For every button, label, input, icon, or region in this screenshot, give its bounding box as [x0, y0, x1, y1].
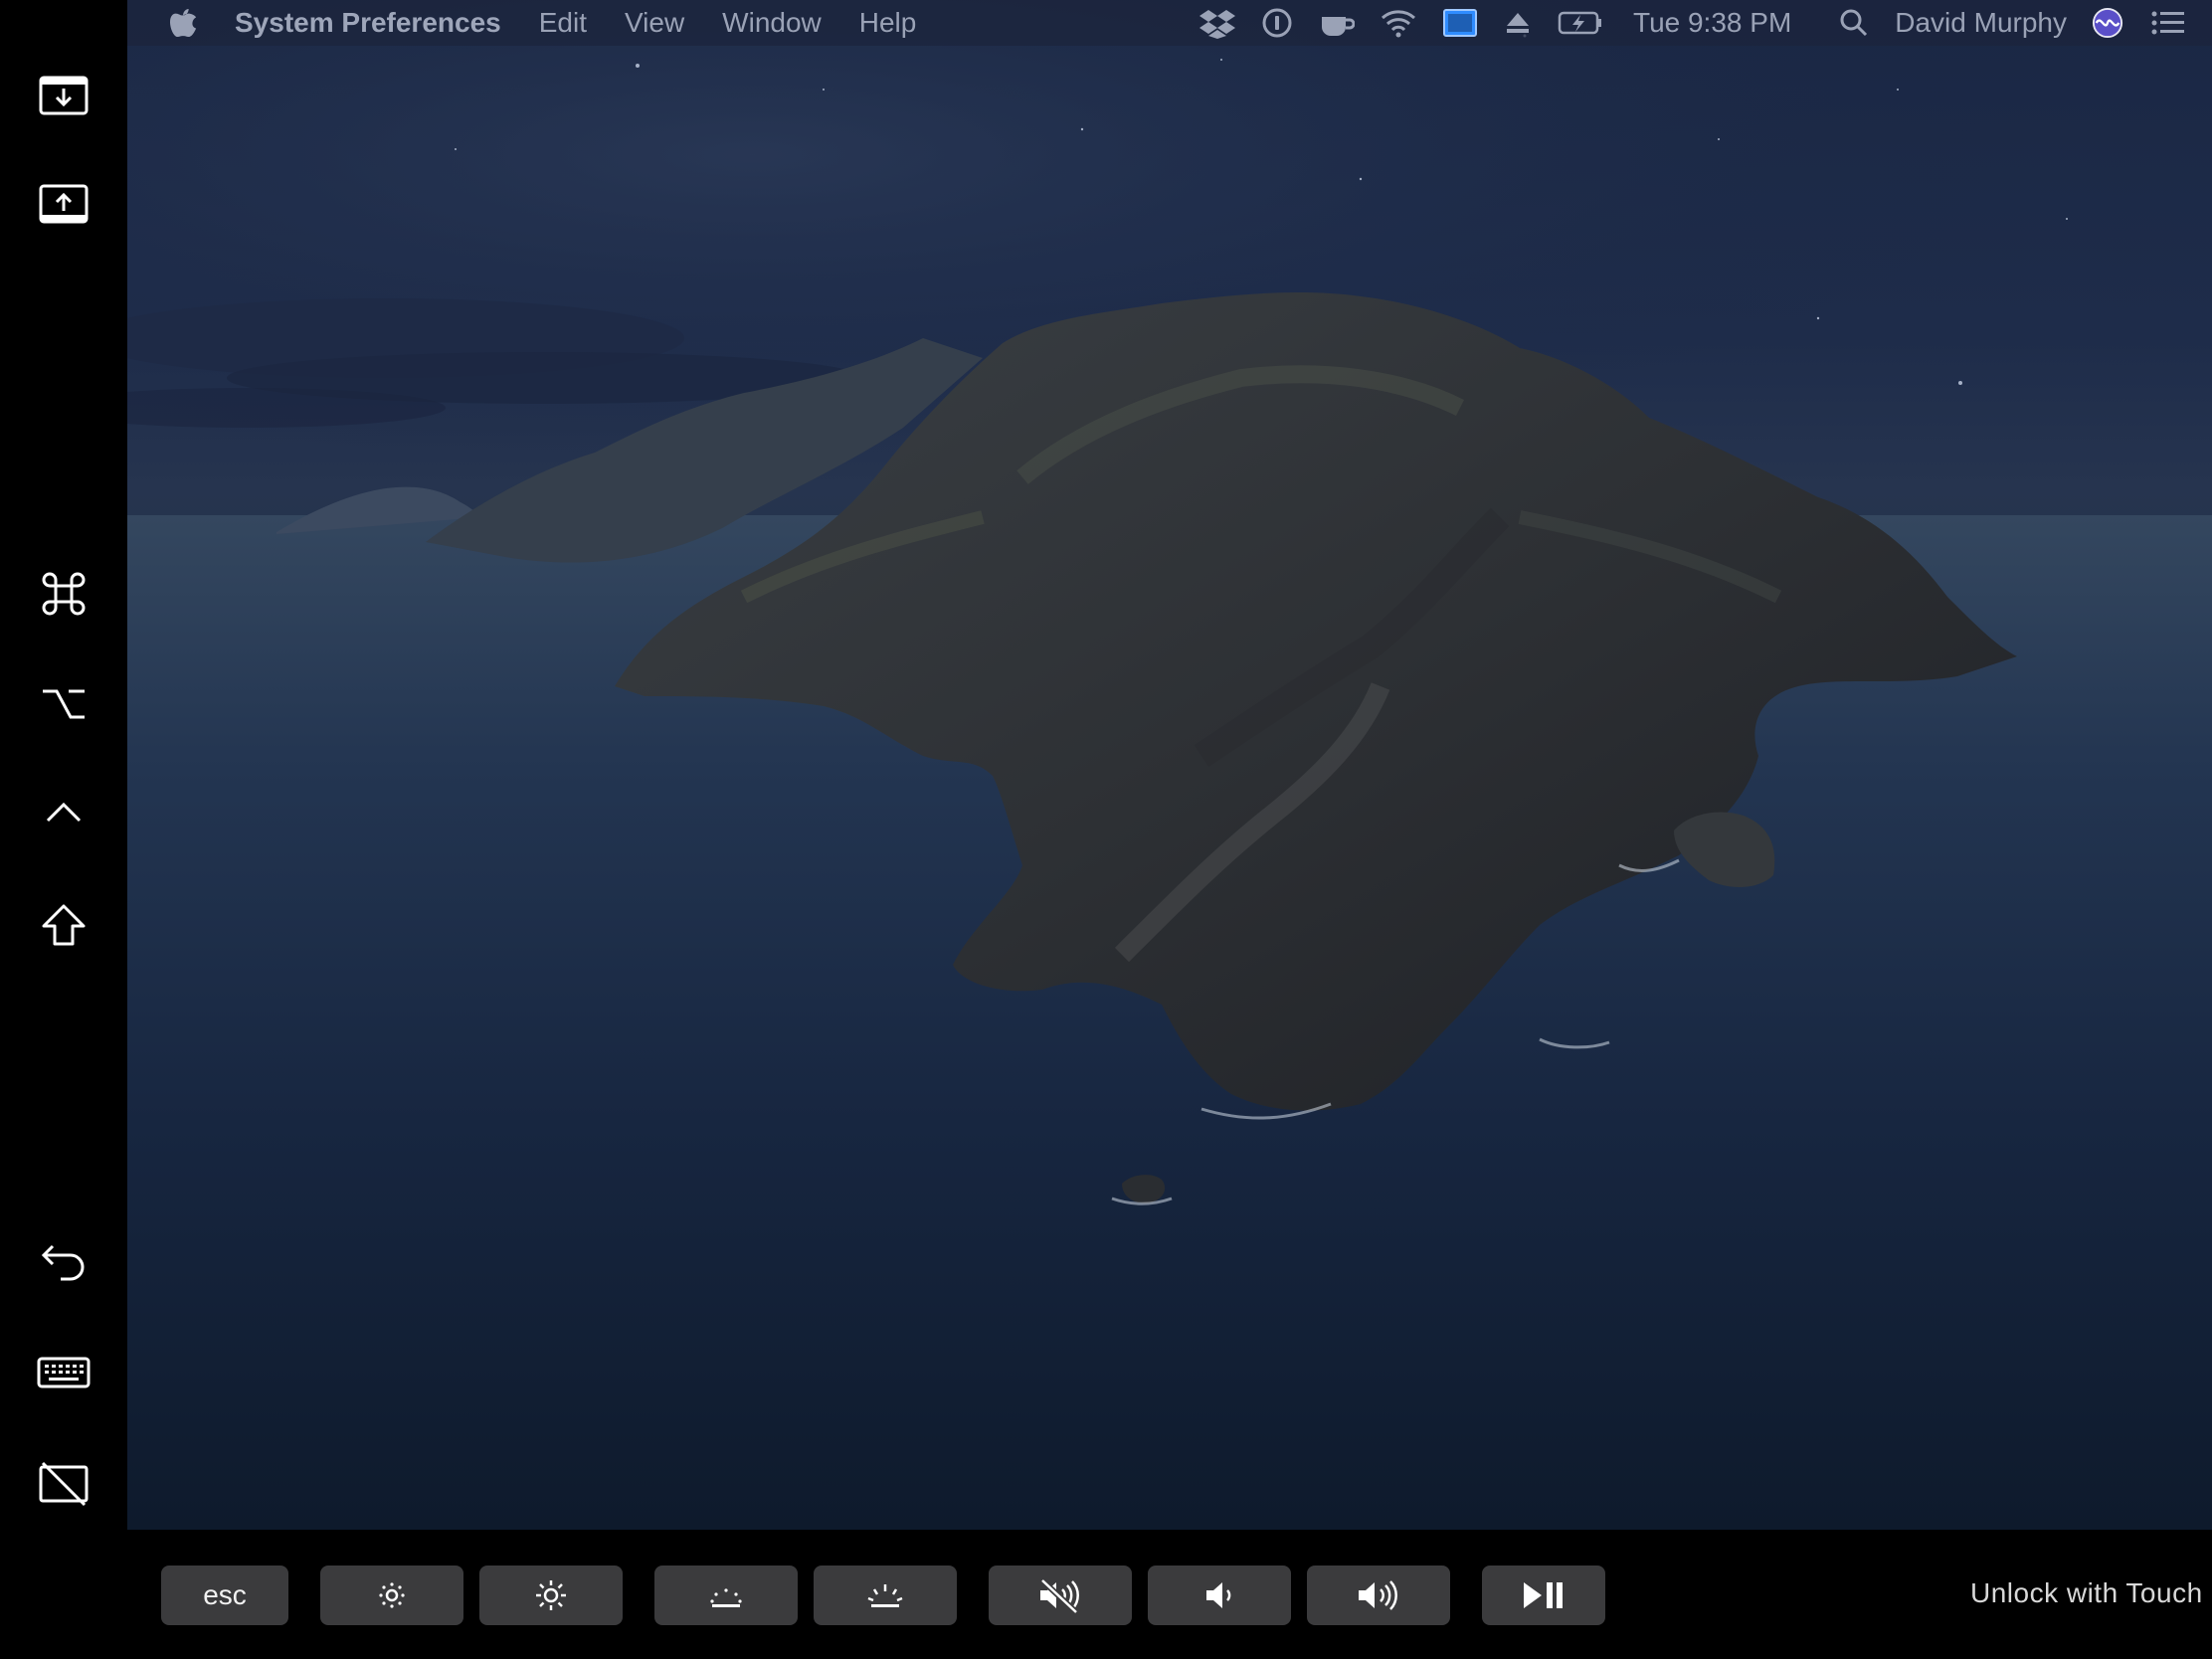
keyboard-backlight-up-key[interactable]	[814, 1566, 957, 1625]
battery-charging-icon[interactable]	[1558, 0, 1603, 46]
dropbox-icon[interactable]	[1199, 0, 1235, 46]
user-account-menu[interactable]: David Murphy	[1895, 7, 2067, 39]
command-key-button[interactable]	[30, 560, 97, 628]
shift-arrow-icon	[42, 904, 86, 946]
brightness-up-key[interactable]	[479, 1566, 623, 1625]
undo-button[interactable]	[30, 1227, 97, 1295]
wifi-icon[interactable]	[1381, 0, 1416, 46]
volume-down-key[interactable]	[1148, 1566, 1291, 1625]
menu-bar-extras: Tue 9:38 PM David Murphy	[1199, 0, 2212, 46]
siri-icon[interactable]	[2091, 0, 2124, 46]
touch-bar: esc Unlock with Touch	[127, 1530, 2212, 1659]
brightness-down-icon	[379, 1582, 405, 1608]
control-key-button[interactable]	[30, 779, 97, 846]
keyboard-backlight-down-icon	[710, 1588, 742, 1607]
show-keyboard-button[interactable]	[30, 1339, 97, 1406]
mute-key[interactable]	[989, 1566, 1132, 1625]
menu-bar-clock[interactable]: Tue 9:38 PM	[1633, 7, 1791, 39]
menu-edit[interactable]: Edit	[539, 7, 587, 39]
menu-view[interactable]: View	[625, 7, 684, 39]
option-icon	[43, 689, 85, 719]
option-key-button[interactable]	[30, 669, 97, 737]
menu-help[interactable]: Help	[859, 7, 917, 39]
play-pause-key[interactable]	[1482, 1566, 1605, 1625]
spotlight-search-icon[interactable]	[1839, 0, 1869, 46]
volume-up-key[interactable]	[1307, 1566, 1450, 1625]
notification-center-icon[interactable]	[2150, 0, 2186, 46]
onepassword-icon[interactable]	[1261, 0, 1293, 46]
eject-icon[interactable]	[1504, 0, 1532, 46]
menu-window[interactable]: Window	[722, 7, 822, 39]
play-pause-icon	[1524, 1582, 1563, 1608]
amphetamine-icon[interactable]	[1319, 0, 1355, 46]
desktop[interactable]: System Preferences Edit View Window Help	[127, 0, 2212, 1530]
sidecar-display-icon[interactable]	[1442, 0, 1478, 46]
esc-key[interactable]: esc	[161, 1566, 288, 1625]
unlock-touch-id-prompt: Unlock with Touch	[1970, 1577, 2203, 1608]
menu-bar: System Preferences Edit View Window Help	[127, 0, 2212, 46]
app-name-menu[interactable]: System Preferences	[235, 7, 501, 39]
show-dock-button[interactable]	[30, 171, 97, 239]
shift-key-button[interactable]	[30, 892, 97, 960]
volume-up-icon	[1359, 1580, 1397, 1610]
display-off-icon	[39, 1461, 89, 1507]
hide-menu-bar-button[interactable]	[30, 63, 97, 130]
keyboard-backlight-down-key[interactable]	[654, 1566, 798, 1625]
undo-arrow-icon	[41, 1244, 85, 1281]
mute-icon	[1039, 1577, 1079, 1614]
keyboard-icon	[37, 1357, 91, 1388]
command-icon	[42, 572, 86, 616]
screen-down-arrow-icon	[39, 76, 89, 115]
volume-down-icon	[1206, 1582, 1231, 1608]
catalina-wallpaper	[127, 0, 2212, 1530]
keyboard-backlight-up-icon	[867, 1584, 903, 1607]
brightness-down-key[interactable]	[320, 1566, 463, 1625]
screen-up-arrow-icon	[39, 184, 89, 224]
control-caret-icon	[46, 802, 82, 823]
brightness-up-icon	[536, 1580, 566, 1610]
apple-menu-icon[interactable]	[169, 6, 199, 40]
disconnect-sidecar-button[interactable]	[30, 1450, 97, 1518]
sidecar-sidebar	[0, 0, 127, 1659]
